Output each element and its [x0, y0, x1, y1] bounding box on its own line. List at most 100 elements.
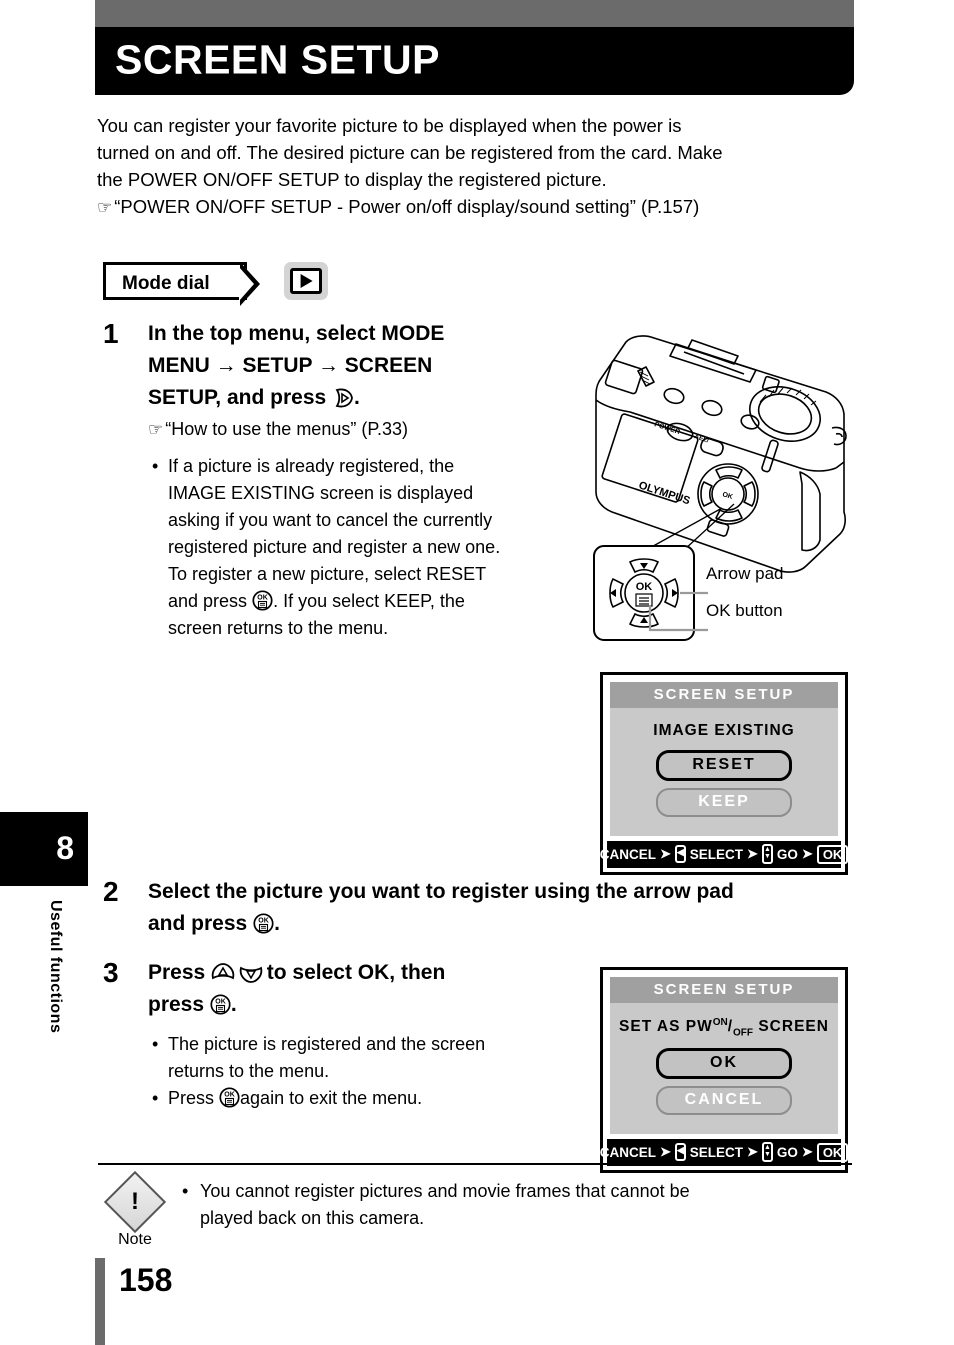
- lcd-message: IMAGE EXISTING: [653, 722, 795, 739]
- intro-reference-text: “POWER ON/OFF SETUP - Power on/off displ…: [114, 196, 700, 217]
- step-1-heading: In the top menu, select MODE MENU → SETU…: [148, 318, 573, 414]
- up-down-key-icon: ▲ ▼: [761, 844, 773, 864]
- step-1-heading-period: .: [354, 386, 360, 409]
- step-1-heading-line-3: SETUP, and press: [148, 386, 327, 409]
- step-3-heading: Press to select OK, then press OK .: [148, 957, 573, 1021]
- lcd-message-sub: OFF: [733, 1027, 754, 1039]
- guide-select-label: SELECT: [689, 1144, 744, 1160]
- camera-illustration: OLYMPUS POWER AEL/ OK OK Arrow pad OK bu…: [588, 322, 854, 642]
- step-3-heading-line-1: Press: [148, 961, 206, 984]
- step-2-heading-period: .: [274, 912, 280, 935]
- note-text: You cannot register pictures and movie f…: [180, 1178, 854, 1232]
- guide-go-label: GO: [776, 1144, 798, 1160]
- intro-line-2: turned on and off. The desired picture c…: [97, 142, 723, 163]
- lcd-option-cancel[interactable]: CANCEL: [656, 1086, 792, 1116]
- ok-key-icon: OK: [816, 1142, 849, 1162]
- callout-arrow-pad: Arrow pad: [706, 564, 784, 583]
- step-3-heading-period: .: [230, 993, 237, 1016]
- image-existing-screen: SCREEN SETUP IMAGE EXISTING RESET KEEP C…: [600, 672, 849, 875]
- ok-key-icon: OK: [816, 844, 849, 864]
- lcd-option-keep[interactable]: KEEP: [656, 788, 792, 817]
- ok-button-icon: OK: [252, 590, 273, 611]
- step-1: 1 In the top menu, select MODE MENU → SE…: [103, 318, 573, 642]
- intro-line-1: You can register your favorite picture t…: [97, 115, 682, 136]
- lcd-guide-bar: CANCEL ➤ ◀ SELECT ➤ ▲ ▼ GO ➤ OK: [600, 841, 849, 868]
- step-2-heading-line-1: Select the picture you want to register …: [148, 880, 734, 903]
- lcd-message-post: SCREEN: [758, 1018, 829, 1036]
- pointing-hand-icon: ☞: [97, 198, 112, 217]
- arrow-right-icon: ➤: [801, 846, 813, 861]
- svg-text:OK: OK: [215, 999, 226, 1006]
- step-1-number: 1: [103, 318, 119, 349]
- bullet-line-2: IMAGE EXISTING screen is displayed: [168, 483, 474, 503]
- arrow-pad-down-icon: [239, 963, 263, 983]
- step-2: 2 Select the picture you want to registe…: [103, 876, 863, 940]
- chapter-label: Useful functions: [47, 900, 64, 1034]
- step-2-heading: Select the picture you want to register …: [148, 876, 863, 940]
- lcd-body: SCREEN SETUP SET AS PWON/OFF SCREEN OK C…: [610, 977, 838, 1135]
- bullet-3-2-pre: Press: [168, 1088, 215, 1108]
- ok-button-icon: OK: [253, 913, 274, 934]
- guide-go-label: GO: [776, 846, 798, 862]
- bullet-3-2-post: again to exit the menu.: [240, 1088, 423, 1108]
- step-1-heading-line-2: MENU → SETUP → SCREEN: [148, 354, 433, 377]
- callout-ok-button: OK button: [706, 601, 783, 620]
- arrow-right-icon: ➤: [801, 1144, 813, 1160]
- bullet-line-6b: . If you select KEEP, the: [273, 591, 465, 611]
- bullet-line-3: asking if you want to cancel the current…: [168, 510, 493, 530]
- step-3-bullet-2: Press OK again to exit the menu.: [148, 1085, 573, 1112]
- lcd-option-ok[interactable]: OK: [656, 1048, 792, 1080]
- bullet-3-1-line-2: returns to the menu.: [168, 1061, 330, 1081]
- left-key-icon: ◀: [674, 1143, 686, 1162]
- step-2-heading-line-2: and press: [148, 912, 248, 935]
- step-3-bullet-1: The picture is registered and the screen…: [148, 1031, 573, 1085]
- chapter-tab: 8: [0, 812, 88, 886]
- arrow-right-icon: ➤: [747, 1144, 758, 1160]
- note-icon-group: ! Note: [103, 1170, 167, 1249]
- lcd-body: SCREEN SETUP IMAGE EXISTING RESET KEEP: [610, 682, 838, 836]
- note-caption: Note: [118, 1231, 152, 1248]
- arrow-pad-up-icon: [211, 963, 235, 983]
- lcd-message: SET AS PWON/OFF SCREEN: [610, 1003, 838, 1048]
- arrow-right-icon: ➤: [659, 1144, 671, 1160]
- svg-text:OK: OK: [258, 918, 269, 925]
- header-gray-band: [95, 0, 854, 27]
- step-1-bullet-1: If a picture is already registered, the …: [148, 453, 573, 642]
- svg-text:OK: OK: [257, 595, 268, 602]
- arrow-pad-right-icon: [332, 388, 354, 408]
- pointing-hand-icon: ☞: [148, 420, 163, 439]
- note-divider: [98, 1163, 852, 1165]
- step-3-heading-line-2: press: [148, 993, 205, 1016]
- warning-icon: !: [103, 1170, 167, 1234]
- step-1-reference-text: “How to use the menus” (P.33): [165, 419, 409, 439]
- lcd-option-reset[interactable]: RESET: [656, 750, 792, 781]
- detail-ok-label: OK: [636, 581, 653, 593]
- mode-dial-flag: Mode dial: [103, 262, 260, 306]
- step-3-number: 3: [103, 957, 119, 988]
- bullet-3-1-line-1: The picture is registered and the screen: [168, 1034, 486, 1054]
- step-3: 3 Press to select OK, then press OK . • …: [103, 957, 573, 1112]
- step-1-reference: ☞ “How to use the menus” (P.33): [148, 416, 573, 443]
- note-text-line-2: played back on this camera.: [200, 1208, 425, 1228]
- playback-icon: [284, 262, 329, 300]
- page-number: 158: [119, 1262, 173, 1298]
- step-3-bullets: The picture is registered and the screen…: [148, 1031, 573, 1112]
- bullet-line-5: To register a new picture, select RESET: [168, 564, 487, 584]
- lcd-title: SCREEN SETUP: [610, 977, 838, 1003]
- intro-paragraph: You can register your favorite picture t…: [97, 112, 857, 221]
- mode-dial-row: Mode dial: [103, 262, 329, 308]
- ok-button-icon: OK: [219, 1087, 240, 1108]
- bullet-line-6a: and press: [168, 591, 248, 611]
- intro-line-3: the POWER ON/OFF SETUP to display the re…: [97, 169, 607, 190]
- note-text-line-1: You cannot register pictures and movie f…: [200, 1181, 690, 1201]
- exclamation-glyph: !: [131, 1188, 139, 1215]
- page-number-bar: [95, 1258, 105, 1345]
- step-2-number: 2: [103, 876, 119, 907]
- page-title-bar: SCREEN SETUP: [95, 27, 854, 95]
- set-as-power-screen: SCREEN SETUP SET AS PWON/OFF SCREEN OK C…: [600, 967, 849, 1174]
- guide-select-label: SELECT: [689, 846, 744, 862]
- lcd-message-sup: ON: [712, 1017, 728, 1028]
- up-down-key-icon: ▲ ▼: [761, 1142, 773, 1163]
- step-1-heading-line-1: In the top menu, select MODE: [148, 322, 445, 345]
- bullet-line-4: registered picture and register a new on…: [168, 537, 501, 557]
